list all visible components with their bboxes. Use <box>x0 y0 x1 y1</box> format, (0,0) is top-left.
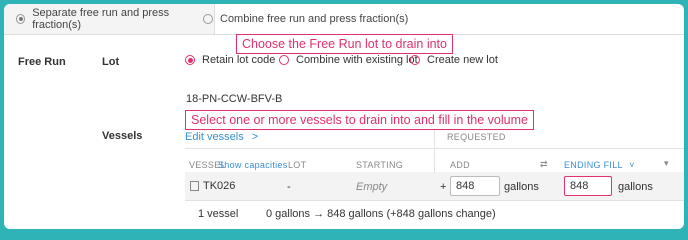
tank-icon <box>190 181 199 191</box>
requested-header: REQUESTED <box>447 132 506 142</box>
radio-selected-icon <box>16 14 26 24</box>
vessel-cell: TK026 <box>190 180 235 192</box>
ending-fill-label: ENDING FILL <box>564 160 623 170</box>
chevron-down-icon: ˅ <box>629 160 635 170</box>
mode-combine-label: Combine free run and press fraction(s) <box>220 13 409 25</box>
lot-option-retain[interactable]: Retain lot code <box>185 54 275 66</box>
ending-fill-column-header[interactable]: ENDING FILL ˅ <box>564 160 635 170</box>
radio-empty-icon <box>279 55 289 65</box>
radio-empty-icon <box>410 55 420 65</box>
mode-separate-option[interactable]: Separate free run and press fraction(s) <box>4 4 215 34</box>
lot-cell: - <box>287 181 291 193</box>
edit-vessels-label: Edit vessels <box>185 131 244 143</box>
volume-change-summary: 0 gallons → 848 gallons (+848 gallons ch… <box>266 208 496 220</box>
lot-label: Lot <box>102 56 120 68</box>
lot-option-combine-label: Combine with existing lot <box>296 54 418 66</box>
lot-option-new-label: Create new lot <box>427 54 498 66</box>
table-bottom-divider <box>185 200 684 201</box>
swap-icon[interactable]: ⇄ <box>540 159 548 170</box>
lot-option-combine[interactable]: Combine with existing lot <box>279 54 418 66</box>
section-title: Free Run <box>18 56 66 68</box>
lot-option-new[interactable]: Create new lot <box>410 54 498 66</box>
column-menu-icon[interactable]: ▾ <box>664 158 669 169</box>
lot-hint-callout: Choose the Free Run lot to drain into <box>236 34 453 54</box>
drain-settings-panel: Separate free run and press fraction(s) … <box>4 4 684 229</box>
chevron-right-icon: > <box>251 131 259 143</box>
vessel-hint-callout: Select one or more vessels to drain into… <box>185 110 534 130</box>
starting-cell: Empty <box>356 181 388 193</box>
vessels-label: Vessels <box>102 130 143 142</box>
edit-vessels-link[interactable]: Edit vessels > <box>185 131 258 143</box>
lot-code: 18-PN-CCW-BFV-B <box>186 93 283 105</box>
add-column-header: ADD <box>450 160 470 170</box>
add-volume-input[interactable] <box>450 176 500 196</box>
lot-option-retain-label: Retain lot code <box>202 54 276 66</box>
lot-column-header: LOT <box>288 160 307 170</box>
ending-fill-input[interactable] <box>564 176 612 196</box>
radio-empty-icon <box>203 14 213 24</box>
add-unit: gallons <box>504 181 539 193</box>
show-capacities-link[interactable]: Show capacities <box>218 160 288 170</box>
vessel-name: TK026 <box>203 180 236 192</box>
ending-unit: gallons <box>618 181 653 193</box>
radio-selected-icon <box>185 55 195 65</box>
vessel-count: 1 vessel <box>198 208 239 220</box>
mode-selector: Separate free run and press fraction(s) … <box>4 4 684 35</box>
mode-separate-label: Separate free run and press fraction(s) <box>32 7 170 31</box>
mode-combine-option[interactable]: Combine free run and press fraction(s) <box>191 4 420 34</box>
starting-column-header: STARTING <box>356 160 404 170</box>
plus-sign: + <box>440 181 447 193</box>
